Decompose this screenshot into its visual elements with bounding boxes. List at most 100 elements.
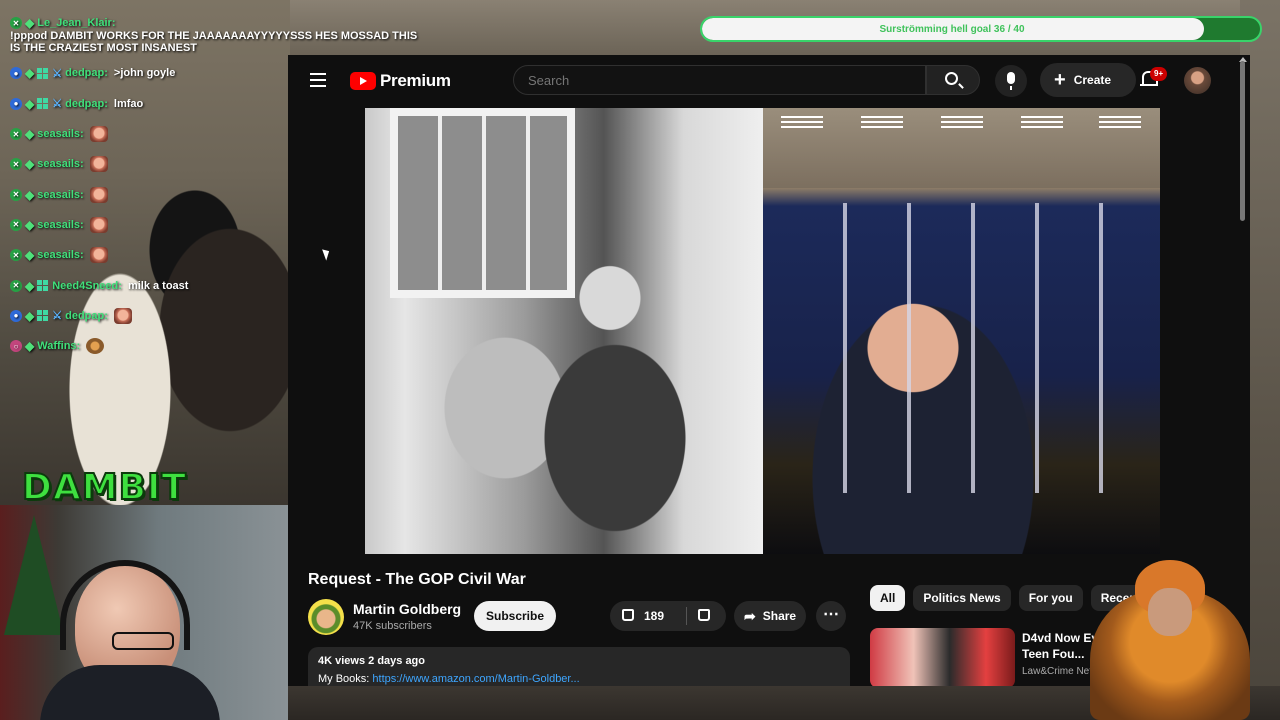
sub-badge-icon: ○ [10,340,22,353]
video-ceiling [763,108,1160,188]
emote-icon [89,186,108,203]
gem-badge-icon: ◆ [25,16,35,31]
video-description[interactable]: 4K views 2 days ago My Books: https://ww… [308,647,850,686]
dot-badge-icon: ● [10,67,22,80]
emote-icon [89,247,108,264]
ceiling-light-icon [941,116,983,130]
gem-badge-icon: ◆ [25,66,35,81]
microphone-icon [1007,72,1015,90]
chat-username: Waffins: [37,340,81,353]
gem-badge-icon: ◆ [25,308,35,323]
youtube-logo[interactable]: Premium [350,71,451,91]
voice-search-button[interactable] [995,65,1027,97]
glasses-icon [112,632,174,650]
create-button[interactable]: + Create [1040,63,1136,97]
subscriber-count: 47K subscribers [353,620,432,632]
ceiling-light-icon [1021,116,1063,130]
recommended-video-thumbnail[interactable] [870,628,1015,686]
chat-username: Le_Jean_Klair: [37,17,116,30]
chat-text: milk a toast [127,279,189,292]
mod-badge-icon: ✕ [10,128,22,141]
video-stats: 4K views 2 days ago [318,655,425,667]
description-link[interactable]: https://www.amazon.com/Martin-Goldber... [372,673,579,685]
mod-badge-icon: ✕ [10,249,22,262]
mod-badge-icon: ✕ [10,188,22,201]
chip-all[interactable]: All [870,585,906,611]
create-label: Create [1073,73,1112,87]
chip-politics-news[interactable]: Politics News [913,585,1011,611]
youtube-brand-label: Premium [380,71,451,90]
chat-username: Need4Sneed: [52,279,122,292]
more-actions-button[interactable]: ⋯ [816,601,846,631]
mod-badge-icon: ✕ [10,218,22,231]
youtube-header: Premium + Create 9+ [288,55,1250,107]
chat-text: !pppod DAMBIT WORKS FOR THE JAAAAAAAYYYY… [10,30,418,55]
dot-badge-icon: ● [10,97,22,110]
plus-icon: + [1054,69,1066,91]
gem-badge-icon: ◆ [25,278,35,293]
page-scrollbar[interactable] [1240,61,1245,221]
sword-badge-icon: ⚔ [52,98,63,111]
video-frame-left [365,108,763,554]
goal-progress-bar: Surströmming hell goal 36 / 40 [700,16,1262,42]
gem-badge-icon: ◆ [25,217,35,232]
chat-text: lmfao [113,97,144,110]
gem-badge-icon: ◆ [25,96,35,111]
channel-avatar[interactable] [308,599,344,635]
gem-badge-icon: ◆ [25,187,35,202]
notification-count-badge: 9+ [1150,67,1168,81]
chat-username: dedpap: [65,67,108,80]
chat-username: dedpap: [65,309,108,322]
goal-label: Surströmming hell goal 36 / 40 [879,24,1025,35]
chat-text: >john goyle [113,67,176,80]
like-dislike-group: 189 [610,601,726,631]
emote-icon [86,338,105,355]
mod-badge-icon: ✕ [10,158,22,171]
grid-badge-icon [37,310,49,322]
subscribe-button[interactable]: Subscribe [474,601,556,631]
emote-icon [89,216,108,233]
mod-badge-icon: ✕ [10,279,22,292]
like-count: 189 [644,609,665,623]
chat-username: seasails: [37,128,84,141]
mod-badge-icon: ✕ [10,17,22,30]
chat-username: seasails: [37,218,84,231]
share-label: Share [762,609,797,623]
chat-username: seasails: [37,158,84,171]
ceiling-light-icon [861,116,903,130]
stream-logo: DAMBIT [21,466,187,509]
sword-badge-icon: ⚔ [52,67,63,80]
emote-icon [89,126,108,143]
ceiling-light-icon [781,116,823,130]
mouse-cursor-icon [322,247,332,261]
turkey-costume-overlay [1090,560,1250,720]
gem-badge-icon: ◆ [25,248,35,263]
gem-badge-icon: ◆ [25,127,35,142]
sword-badge-icon: ⚔ [52,310,63,323]
chat-username: seasails: [37,249,84,262]
chat-username: seasails: [37,188,84,201]
gem-badge-icon: ◆ [25,157,35,172]
emote-icon [113,307,132,324]
christmas-tree-icon [4,515,64,635]
share-button[interactable]: ➦ Share [734,601,806,631]
video-window-scene [390,108,575,298]
search-input[interactable] [513,65,926,95]
description-prefix: My Books: [318,673,373,685]
description-line: My Books: https://www.amazon.com/Martin-… [318,673,840,685]
chip-for-you[interactable]: For you [1018,585,1083,611]
chat-username: dedpap: [65,97,108,110]
like-divider [686,607,687,625]
video-player[interactable] [365,108,1160,554]
emote-icon [89,156,108,173]
video-frame-right [763,108,1160,554]
dot-badge-icon: ● [10,309,22,322]
menu-icon[interactable] [310,73,326,87]
search-button[interactable] [926,65,980,95]
share-icon: ➦ [744,607,756,624]
like-icon[interactable] [622,609,634,621]
search-icon [945,72,958,85]
dislike-icon[interactable] [698,609,710,621]
channel-name[interactable]: Martin Goldberg [353,601,461,617]
account-avatar[interactable] [1184,67,1211,94]
